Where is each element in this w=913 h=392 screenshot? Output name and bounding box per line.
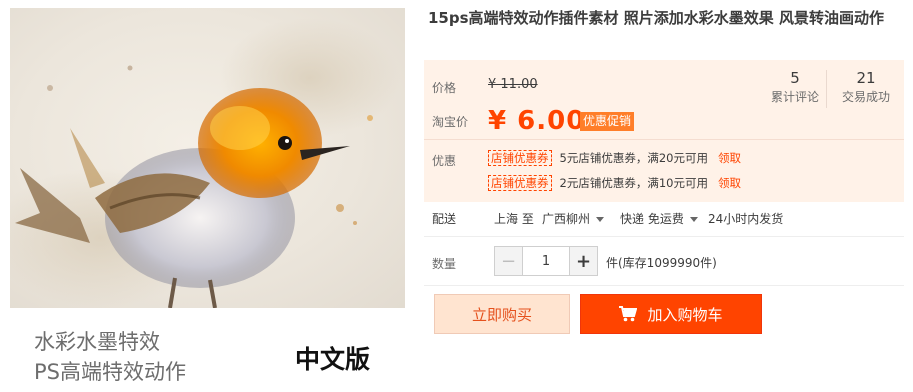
buy-now-button[interactable]: 立即购买: [434, 294, 570, 334]
coupon-text: 5元店铺优惠券，满20元可用: [559, 151, 708, 165]
stat-reviews[interactable]: 5 累计评论: [762, 68, 828, 106]
coupon-claim-link[interactable]: 领取: [718, 150, 741, 166]
ship-destination-select[interactable]: 广西柳州: [542, 210, 605, 227]
quantity-decrease-button[interactable]: −: [495, 247, 523, 275]
dispatch-time: 24小时内发货: [708, 212, 784, 226]
stock-count: 件(库存1099990件): [606, 256, 717, 270]
original-price-label: 价格: [432, 81, 457, 95]
quantity-input[interactable]: [523, 247, 569, 275]
coupon-tag: 店铺优惠券: [488, 175, 552, 191]
quantity-row: 数量 − + 件(库存1099990件): [428, 246, 908, 278]
chevron-down-icon: [689, 217, 698, 222]
divider: [424, 236, 904, 237]
ship-from: 上海 至: [494, 212, 534, 226]
coupon-claim-link[interactable]: 领取: [718, 175, 741, 191]
stat-reviews-count: 5: [790, 69, 800, 87]
coupon-text: 2元店铺优惠券，满10元可用: [559, 176, 708, 190]
chevron-down-icon: [596, 217, 605, 222]
promo-tag[interactable]: 优惠促销: [580, 112, 635, 131]
coupon-label: 优惠: [432, 154, 457, 168]
caption-badge: 中文版: [295, 345, 371, 374]
shipping-row: 配送 上海 至 广西柳州 快递 免运费 24小时内发货: [428, 210, 908, 234]
cart-icon: [619, 306, 638, 322]
coupon-tag: 店铺优惠券: [488, 150, 552, 166]
taobao-price-label: 淘宝价: [432, 115, 469, 129]
current-price: ¥ 6.00: [488, 106, 586, 136]
coupon-row: 店铺优惠券 5元店铺优惠券，满20元可用 领取: [488, 149, 741, 167]
stat-divider: [826, 70, 827, 108]
product-gallery: 水彩水墨特效 PS高端特效动作 中文版: [0, 0, 415, 392]
product-title: 15ps高端特效动作插件素材 照片添加水彩水墨效果 风景转油画动作: [428, 9, 884, 27]
product-main-image[interactable]: [10, 8, 405, 308]
ship-destination-text: 广西柳州: [542, 212, 591, 226]
shipping-label: 配送: [432, 212, 457, 226]
watercolor-bird-illustration: [10, 18, 400, 308]
add-to-cart-label: 加入购物车: [647, 305, 723, 324]
image-caption: 水彩水墨特效 PS高端特效动作 中文版: [0, 308, 415, 392]
caption-line-2: PS高端特效动作: [34, 360, 186, 384]
shipping-method-text: 快递 免运费: [620, 212, 684, 226]
shipping-method-select[interactable]: 快递 免运费: [620, 210, 698, 227]
stat-transactions[interactable]: 21 交易成功: [833, 68, 899, 106]
stat-transactions-label: 交易成功: [841, 90, 890, 104]
quantity-increase-button[interactable]: +: [569, 247, 597, 275]
stat-transactions-count: 21: [856, 69, 876, 87]
product-details: 15ps高端特效动作插件素材 照片添加水彩水墨效果 风景转油画动作 价格 ¥ 1…: [424, 0, 913, 392]
add-to-cart-button[interactable]: 加入购物车: [580, 294, 762, 334]
original-price: ¥ 11.00: [488, 77, 538, 92]
coupon-row: 店铺优惠券 2元店铺优惠券，满10元可用 领取: [488, 174, 741, 192]
stat-reviews-label: 累计评论: [770, 90, 819, 104]
caption-line-1: 水彩水墨特效: [34, 330, 160, 354]
price-panel: 价格 ¥ 11.00 淘宝价 ¥ 6.00 优惠促销 5 累计评论 21 交易成…: [424, 60, 904, 202]
price-divider: [424, 139, 904, 140]
quantity-stepper: − +: [494, 246, 598, 276]
quantity-label: 数量: [432, 257, 457, 271]
divider: [424, 285, 904, 286]
